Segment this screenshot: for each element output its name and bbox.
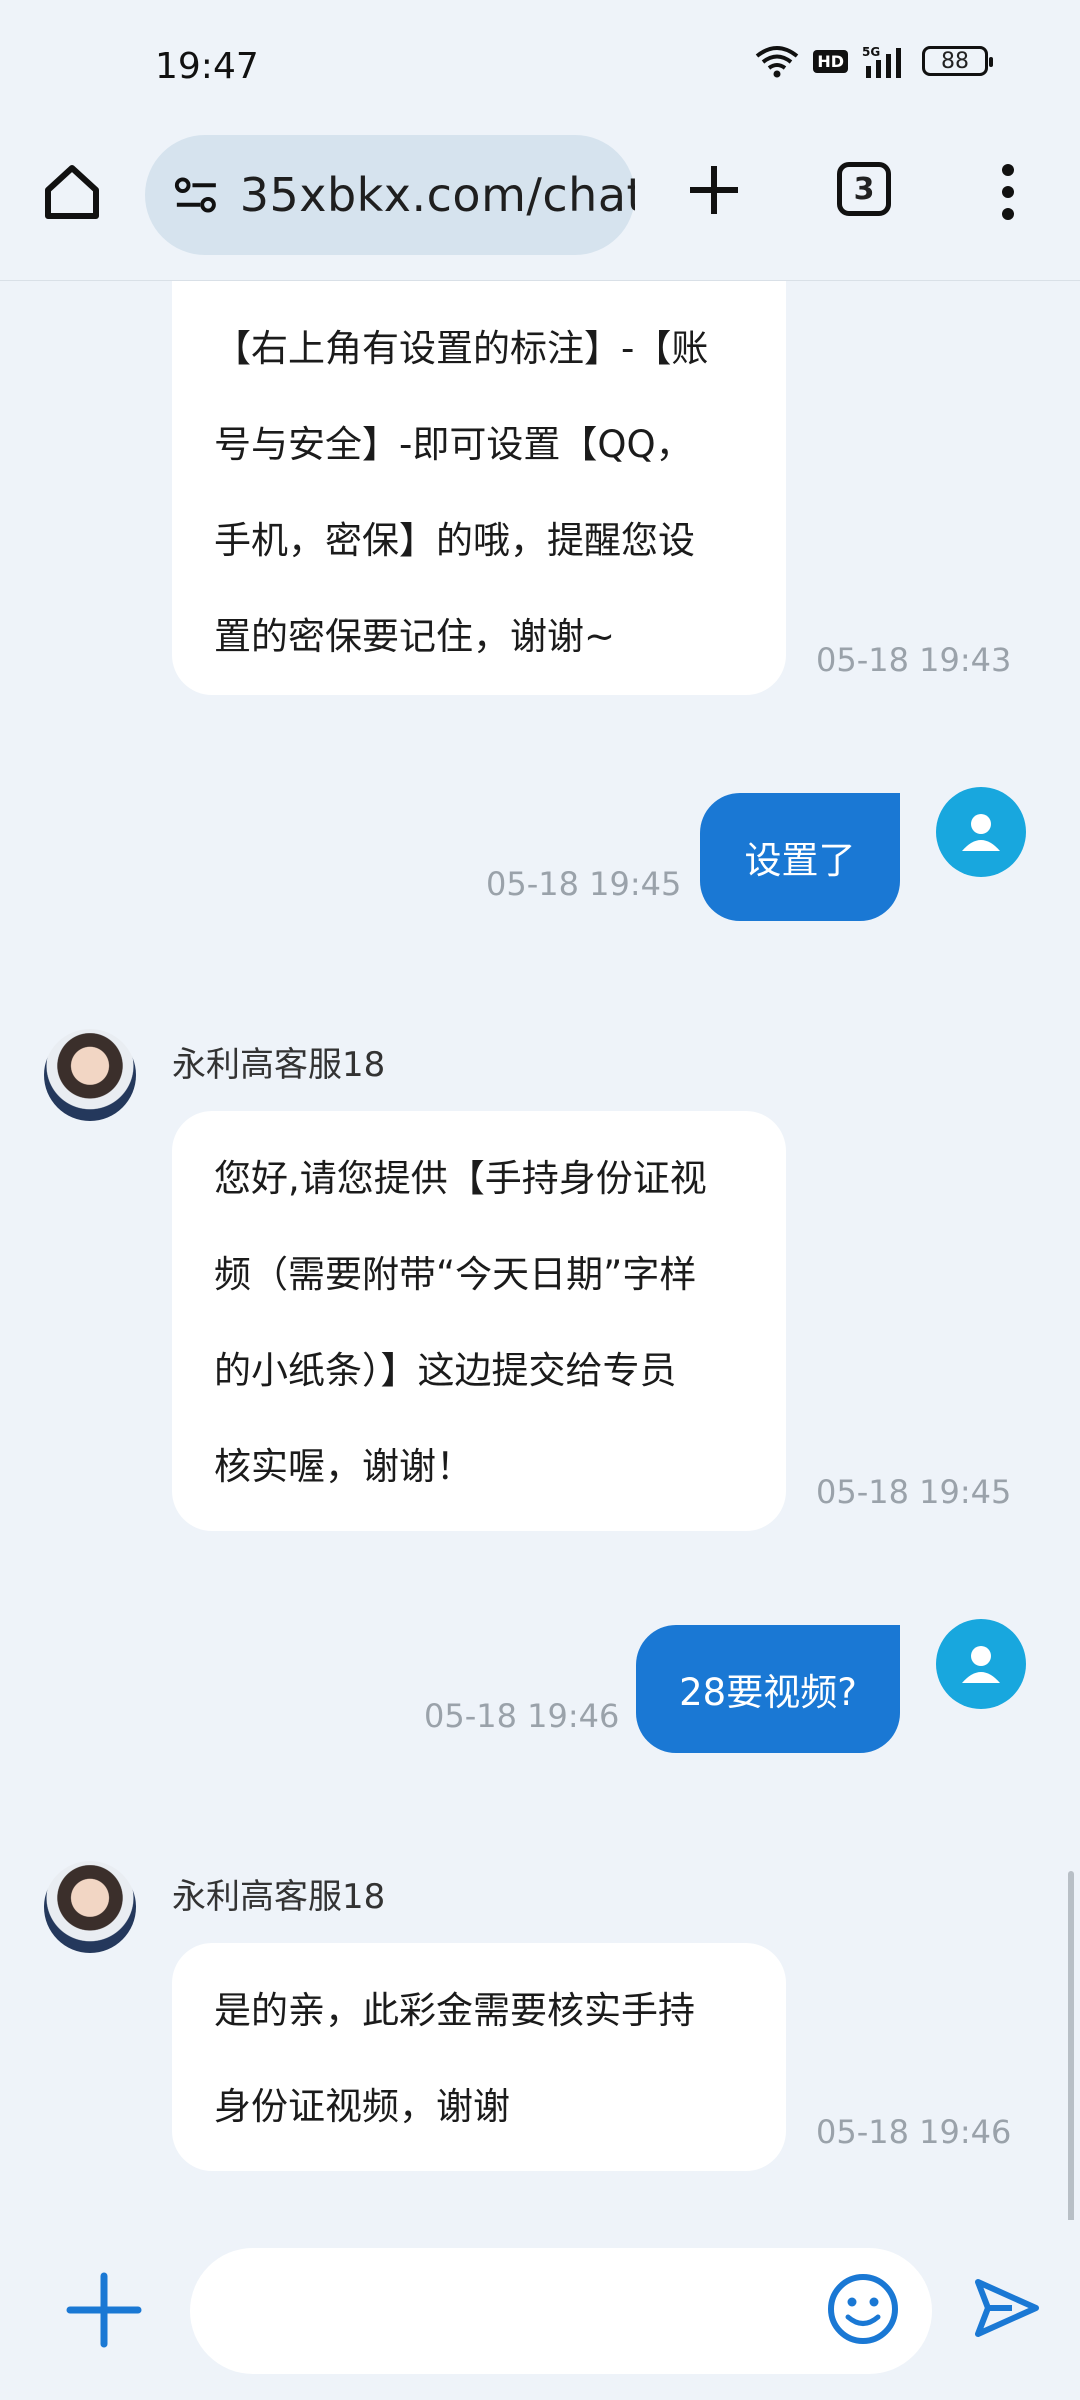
status-icons: HD 5G 88 bbox=[755, 44, 993, 78]
message-line: 核实喔，谢谢！ bbox=[214, 1445, 473, 1488]
message-timestamp: 05-18 19:46 bbox=[424, 1697, 620, 1735]
status-time: 19:47 bbox=[155, 46, 259, 87]
scrollbar[interactable] bbox=[1068, 1871, 1074, 2220]
agent-avatar bbox=[44, 1029, 136, 1121]
home-icon[interactable] bbox=[40, 160, 104, 224]
message-line: 身份证视频，谢谢 bbox=[214, 2085, 510, 2128]
user-avatar bbox=[936, 787, 1026, 877]
add-attachment-icon[interactable] bbox=[66, 2272, 142, 2348]
hd-badge: HD bbox=[813, 49, 848, 73]
status-bar: 19:47 HD 5G 88 bbox=[0, 0, 1080, 130]
more-menu-icon[interactable] bbox=[990, 160, 1026, 224]
message-text: 28要视频? bbox=[679, 1671, 857, 1714]
message-timestamp: 05-18 19:43 bbox=[816, 641, 1012, 679]
signal-icon: 5G bbox=[862, 45, 901, 78]
message-line: 【右上角有设置的标注】-【账 bbox=[214, 327, 709, 370]
message-line: 是的亲，此彩金需要核实手持 bbox=[214, 1989, 695, 2032]
message-bubble-user: 28要视频? bbox=[636, 1625, 900, 1753]
message-input[interactable] bbox=[190, 2248, 932, 2374]
emoji-icon[interactable] bbox=[826, 2272, 900, 2346]
send-icon[interactable] bbox=[970, 2272, 1042, 2344]
message-bubble-agent: 您好,请您提供【手持身份证视 频（需要附带“今天日期”字样 的小纸条）】这边提交… bbox=[172, 1111, 786, 1531]
url-text[interactable]: 35xbkx.com/chat bbox=[240, 168, 635, 222]
agent-avatar bbox=[44, 1861, 136, 1953]
message-timestamp: 05-18 19:45 bbox=[816, 1473, 1012, 1511]
message-line: 手机，密保】的哦，提醒您设 bbox=[214, 519, 695, 562]
message-text: 设置了 bbox=[744, 839, 856, 882]
message-line: 的小纸条）】这边提交给专员 bbox=[214, 1349, 677, 1392]
wifi-icon bbox=[756, 46, 799, 78]
message-bubble-user: 设置了 bbox=[700, 793, 900, 921]
battery-level: 88 bbox=[941, 48, 969, 74]
new-tab-icon[interactable] bbox=[684, 160, 744, 220]
message-line: 频（需要附带“今天日期”字样 bbox=[214, 1253, 697, 1296]
tab-count: 3 bbox=[853, 171, 875, 207]
message-timestamp: 05-18 19:45 bbox=[486, 865, 682, 903]
message-input-bar bbox=[0, 2220, 1080, 2400]
chat-message-list[interactable]: 【右上角有设置的标注】-【账 号与安全】-即可设置【QQ， 手机，密保】的哦，提… bbox=[0, 280, 1080, 2220]
svg-text:5G: 5G bbox=[862, 45, 880, 59]
address-bar[interactable]: 35xbkx.com/chat bbox=[145, 135, 635, 255]
user-avatar bbox=[936, 1619, 1026, 1709]
message-line: 置的密保要记住，谢谢~ bbox=[214, 615, 616, 658]
site-settings-icon[interactable] bbox=[171, 169, 222, 221]
browser-toolbar: 35xbkx.com/chat 3 bbox=[0, 130, 1080, 280]
message-bubble-agent: 【右上角有设置的标注】-【账 号与安全】-即可设置【QQ， 手机，密保】的哦，提… bbox=[172, 281, 786, 695]
message-timestamp: 05-18 19:46 bbox=[816, 2113, 1012, 2151]
sender-name: 永利高客服18 bbox=[172, 1045, 386, 1085]
user-icon bbox=[962, 814, 1000, 851]
tab-switcher-button[interactable]: 3 bbox=[837, 162, 891, 216]
user-icon bbox=[962, 1646, 1000, 1683]
message-line: 号与安全】-即可设置【QQ， bbox=[214, 423, 693, 466]
battery-indicator: 88 bbox=[922, 46, 993, 76]
message-bubble-agent: 是的亲，此彩金需要核实手持 身份证视频，谢谢 bbox=[172, 1943, 786, 2171]
message-line: 您好,请您提供【手持身份证视 bbox=[214, 1157, 707, 1200]
sender-name: 永利高客服18 bbox=[172, 1877, 386, 1917]
